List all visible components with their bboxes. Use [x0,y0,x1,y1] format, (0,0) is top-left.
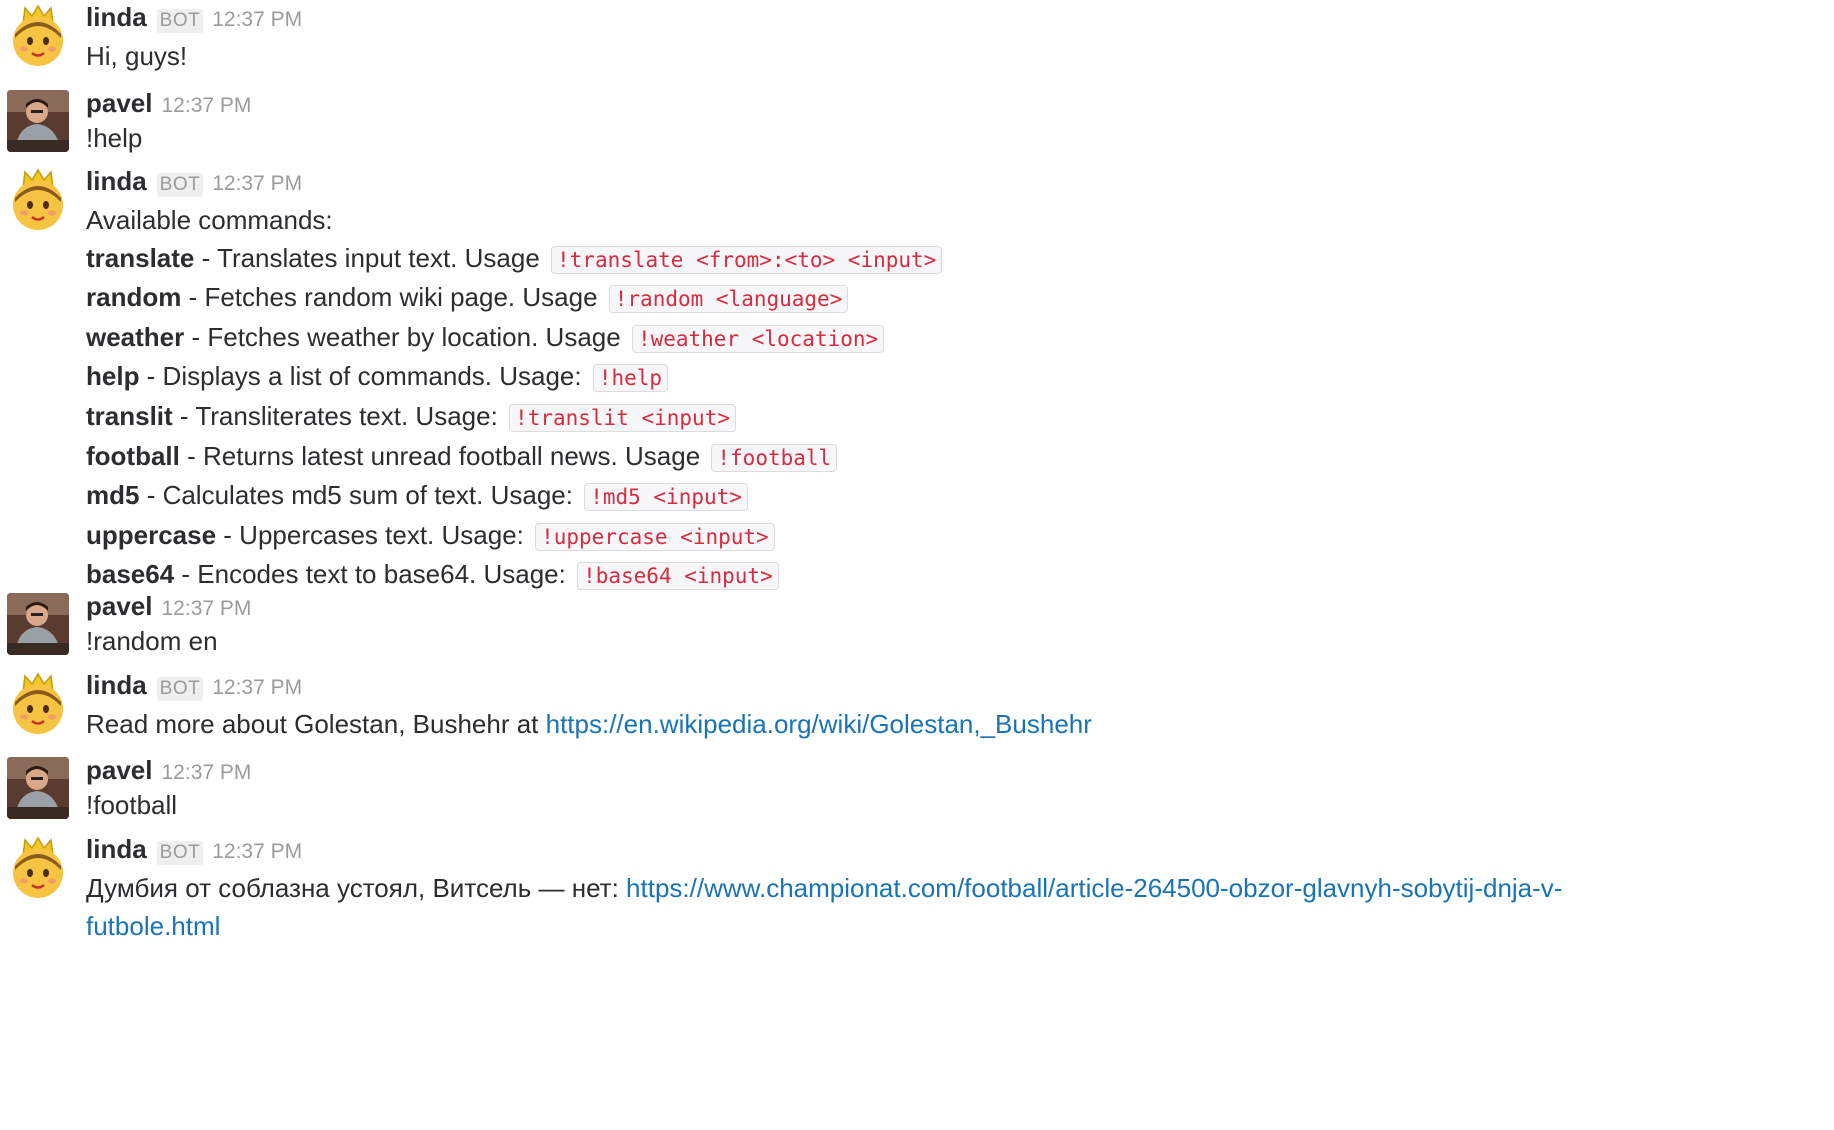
command-name: help [86,361,140,392]
command-usage: !football [711,443,838,472]
message-text: Hi, guys! [86,41,188,71]
command-line: uppercase - Uppercases text. Usage: !upp… [86,517,1824,557]
bot-badge: BOT [156,9,204,33]
bot-badge: BOT [156,677,204,701]
command-description: - Translates input text. Usage [194,242,548,273]
timestamp[interactable]: 12:37 PM [212,840,302,864]
user-photo-avatar-icon[interactable] [7,593,69,655]
command-usage: !translit <input> [509,403,736,432]
author-name[interactable]: linda [86,834,147,865]
command-description: - Fetches weather by location. Usage [184,321,628,352]
timestamp[interactable]: 12:37 PM [212,172,302,196]
message-text: !random en [86,626,218,656]
author-name[interactable]: linda [86,166,147,197]
command-name: random [86,282,182,313]
timestamp[interactable]: 12:37 PM [212,676,302,700]
command-usage: !weather <location> [631,324,885,353]
timestamp[interactable]: 12:37 PM [162,597,252,621]
command-usage: !base64 <input> [577,562,779,591]
wikipedia-link[interactable]: https://en.wikipedia.org/wiki/Golestan,_… [546,709,1092,739]
command-line: weather - Fetches weather by location. U… [86,319,1824,359]
command-line: help - Displays a list of commands. Usag… [86,358,1824,398]
command-name: translit [86,400,173,431]
message-text: Думбия от соблазна устоял, Витсель — нет… [86,870,1566,945]
timestamp[interactable]: 12:37 PM [162,761,252,785]
message-text: !football [86,790,178,820]
message-text: !help [86,123,143,153]
user-photo-avatar-icon[interactable] [7,90,69,152]
author-name[interactable]: pavel [86,591,153,622]
command-name: football [86,440,180,471]
command-description: - Transliterates text. Usage: [172,400,506,431]
user-photo-avatar-icon[interactable] [7,757,69,819]
princess-emoji-avatar-icon[interactable] [7,4,69,66]
command-line: random - Fetches random wiki page. Usage… [86,279,1824,319]
author-name[interactable]: linda [86,670,147,701]
timestamp[interactable]: 12:37 PM [162,94,252,118]
command-description: - Calculates md5 sum of text. Usage: [139,480,581,511]
command-usage: !help [592,364,669,393]
princess-emoji-avatar-icon[interactable] [7,836,69,898]
author-name[interactable]: pavel [86,755,153,786]
command-description: - Uppercases text. Usage: [216,519,532,550]
command-usage: !md5 <input> [584,483,748,512]
command-name: md5 [86,480,140,511]
message-text-prefix: Read more about Golestan, Bushehr at [86,709,546,739]
message-text: Read more about Golestan, Bushehr at htt… [86,706,1824,744]
command-line: md5 - Calculates md5 sum of text. Usage:… [86,477,1824,517]
bot-badge: BOT [156,841,204,865]
command-usage: !uppercase <input> [535,522,775,551]
author-name[interactable]: pavel [86,88,153,119]
princess-emoji-avatar-icon[interactable] [7,168,69,230]
timestamp[interactable]: 12:37 PM [212,8,302,32]
command-usage: !translate <from>:<to> <input> [551,245,943,274]
command-line: base64 - Encodes text to base64. Usage: … [86,556,1824,596]
command-description: - Encodes text to base64. Usage: [174,559,574,590]
command-line: translit - Transliterates text. Usage: !… [86,398,1824,438]
bot-badge: BOT [156,173,204,197]
command-name: weather [86,321,185,352]
command-line: translate - Translates input text. Usage… [86,240,1824,280]
command-name: uppercase [86,519,217,550]
command-name: translate [86,242,195,273]
command-description: - Displays a list of commands. Usage: [139,361,589,392]
command-line: football - Returns latest unread footbal… [86,438,1824,478]
command-description: - Returns latest unread football news. U… [179,440,708,471]
command-description: - Fetches random wiki page. Usage [181,282,605,313]
author-name[interactable]: linda [86,2,147,33]
princess-emoji-avatar-icon[interactable] [7,672,69,734]
command-usage: !random <language> [608,285,849,314]
message-text-prefix: Думбия от соблазна устоял, Витсель — нет… [86,873,627,903]
command-name: base64 [86,559,175,590]
commands-intro: Available commands: [86,205,333,235]
